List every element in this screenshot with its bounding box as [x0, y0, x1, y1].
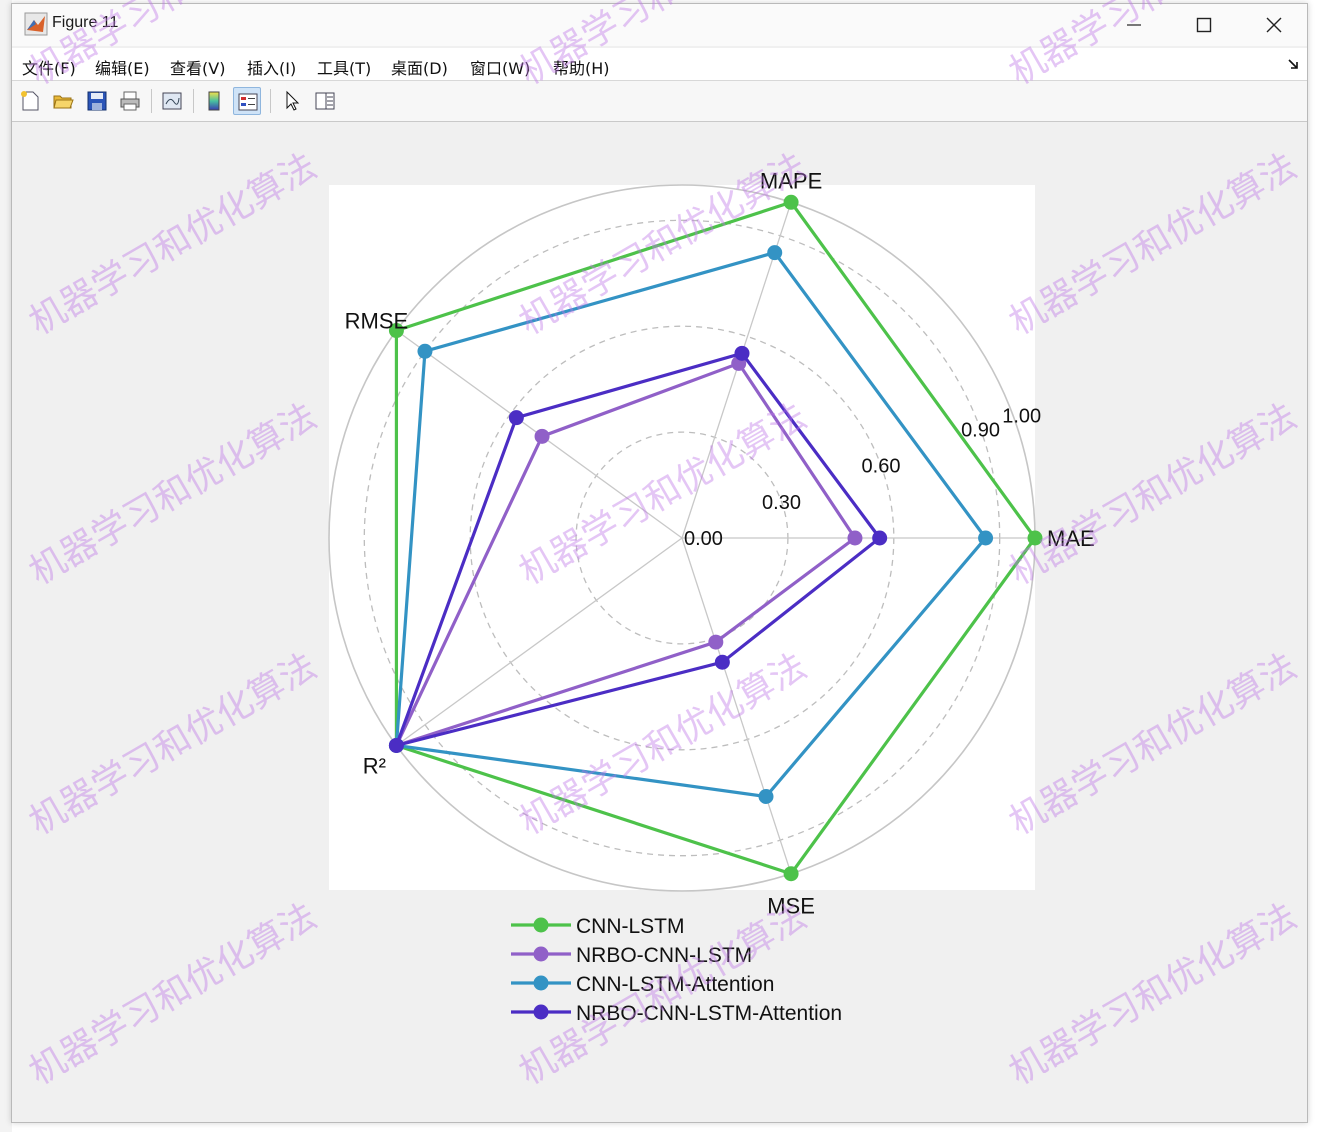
axis-label-mse: MSE — [767, 894, 815, 919]
axis-label-r: R² — [363, 753, 386, 778]
data-point — [847, 530, 863, 546]
data-point — [508, 410, 524, 426]
data-point — [714, 654, 730, 670]
legend-marker — [533, 975, 549, 991]
radial-tick-label: 0.30 — [762, 492, 801, 514]
data-point — [417, 343, 433, 359]
axis-label-mae: MAE — [1047, 526, 1095, 551]
legend-entry: NRBO-CNN-LSTM-Attention — [576, 1002, 842, 1025]
data-point — [758, 789, 774, 805]
axis-label-mape: MAPE — [760, 168, 822, 193]
data-point — [767, 245, 783, 261]
data-point — [783, 866, 799, 882]
data-point — [783, 194, 799, 210]
legend-marker — [533, 917, 549, 933]
radial-tick-label: 0.90 — [961, 419, 1000, 441]
data-point — [872, 530, 888, 546]
data-point — [1027, 530, 1043, 546]
data-point — [388, 737, 404, 753]
legend-entry: CNN-LSTM — [576, 915, 685, 938]
axis-label-rmse: RMSE — [345, 309, 409, 334]
data-point — [534, 428, 550, 444]
data-point — [734, 345, 750, 361]
radial-tick-label: 0.60 — [862, 456, 901, 478]
radial-tick-label: 1.00 — [1002, 405, 1041, 427]
data-point — [978, 530, 994, 546]
radar-chart: 0.00 0.30 0.60 0.901.00 MAE MAPE RMSE R² MSE CNN… — [328, 168, 1095, 1025]
radial-tick-label: 0.00 — [684, 528, 723, 550]
legend-entry: CNN-LSTM-Attention — [576, 973, 774, 996]
data-point — [708, 634, 724, 650]
legend-marker — [533, 946, 549, 962]
legend-entry: NRBO-CNN-LSTM — [576, 944, 752, 967]
legend[interactable]: CNN-LSTM NRBO-CNN-LSTM CNN-LSTM-Attention N… — [511, 915, 842, 1025]
legend-marker — [533, 1004, 549, 1020]
